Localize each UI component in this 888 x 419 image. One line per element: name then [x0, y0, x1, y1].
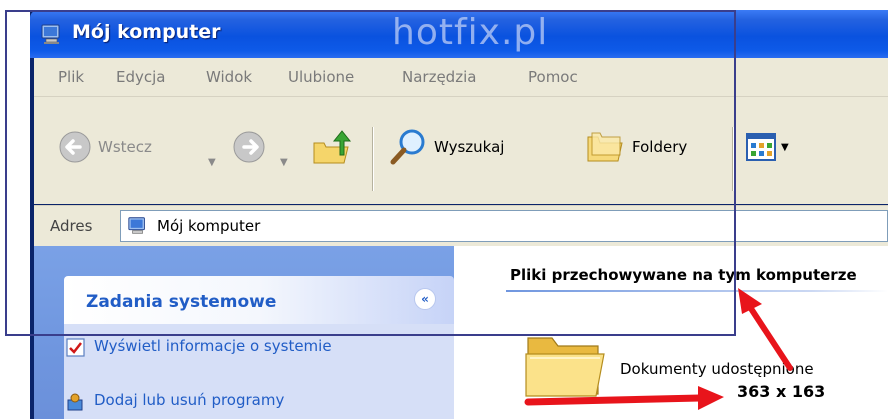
menu-item-pomoc[interactable]: Pomoc [528, 68, 578, 86]
up-folder-button[interactable] [310, 115, 354, 179]
address-field[interactable]: Mój komputer [120, 210, 888, 242]
title-bar[interactable]: Mój komputer hotfix.pl [30, 10, 888, 58]
folders-icon [587, 132, 623, 162]
dimension-label: 363 x 163 [737, 382, 826, 401]
menu-item-narzedzia[interactable]: Narzędzia [402, 68, 476, 86]
group-divider [506, 290, 888, 292]
forward-button[interactable] [232, 115, 266, 179]
address-bar: Adres Mój komputer [34, 205, 888, 246]
search-icon [390, 129, 425, 165]
views-icon [746, 133, 776, 161]
folders-button-label: Foldery [632, 138, 688, 156]
forward-dropdown-icon[interactable]: ▼ [280, 157, 288, 168]
group-header: Pliki przechowywane na tym komputerze [510, 266, 857, 284]
system-tasks-body: Wyświetl informacje o systemie Dodaj lub… [64, 324, 454, 419]
views-dropdown-icon[interactable]: ▼ [781, 142, 789, 153]
back-dropdown-icon[interactable]: ▼ [208, 157, 216, 168]
task-pane: Zadania systemowe « Wyświetl informacje … [34, 246, 454, 419]
menu-item-ulubione[interactable]: Ulubione [288, 68, 354, 86]
address-label: Adres [50, 217, 93, 235]
computer-icon [128, 217, 145, 234]
task-link-system-info-label: Wyświetl informacje o systemie [94, 337, 332, 355]
toolbar-separator [732, 127, 734, 191]
standard-toolbar: Wstecz ▼ ▼ Wyszukaj Foldery ▼ [34, 97, 888, 204]
back-button-label: Wstecz [98, 138, 152, 156]
back-button[interactable]: Wstecz [58, 115, 152, 179]
system-tasks-title: Zadania systemowe [86, 292, 277, 312]
shared-documents-label[interactable]: Dokumenty udostępnione [620, 360, 814, 378]
collapse-chevron-icon[interactable]: « [414, 288, 436, 310]
system-tasks-header[interactable]: Zadania systemowe « [64, 276, 454, 324]
back-arrow-icon [59, 131, 91, 163]
add-remove-programs-icon [67, 393, 83, 411]
window-title: Mój komputer [72, 21, 221, 43]
search-button[interactable]: Wyszukaj [388, 115, 504, 179]
system-info-icon [66, 338, 85, 357]
explorer-window: Mój komputer hotfix.pl Plik Edycja Widok… [30, 10, 888, 419]
system-tasks-panel: Zadania systemowe « Wyświetl informacje … [64, 276, 458, 419]
menu-item-widok[interactable]: Widok [206, 68, 252, 86]
forward-arrow-icon [233, 131, 265, 163]
menu-item-edycja[interactable]: Edycja [116, 68, 165, 86]
shared-documents-folder-icon[interactable] [524, 326, 606, 400]
watermark-text: hotfix.pl [392, 12, 549, 53]
address-value: Mój komputer [157, 217, 261, 235]
task-link-add-remove[interactable]: Dodaj lub usuń programy [67, 390, 454, 411]
menu-bar: Plik Edycja Widok Ulubione Narzędzia Pom… [34, 58, 888, 97]
folders-button[interactable]: Foldery [586, 115, 687, 179]
computer-icon [41, 24, 60, 44]
search-button-label: Wyszukaj [434, 138, 505, 156]
toolbar-separator [372, 127, 374, 191]
views-button[interactable]: ▼ [746, 115, 789, 179]
task-link-add-remove-label: Dodaj lub usuń programy [94, 391, 285, 409]
menu-item-plik[interactable]: Plik [58, 68, 84, 86]
up-folder-icon [313, 130, 352, 164]
task-link-system-info[interactable]: Wyświetl informacje o systemie [66, 336, 454, 357]
